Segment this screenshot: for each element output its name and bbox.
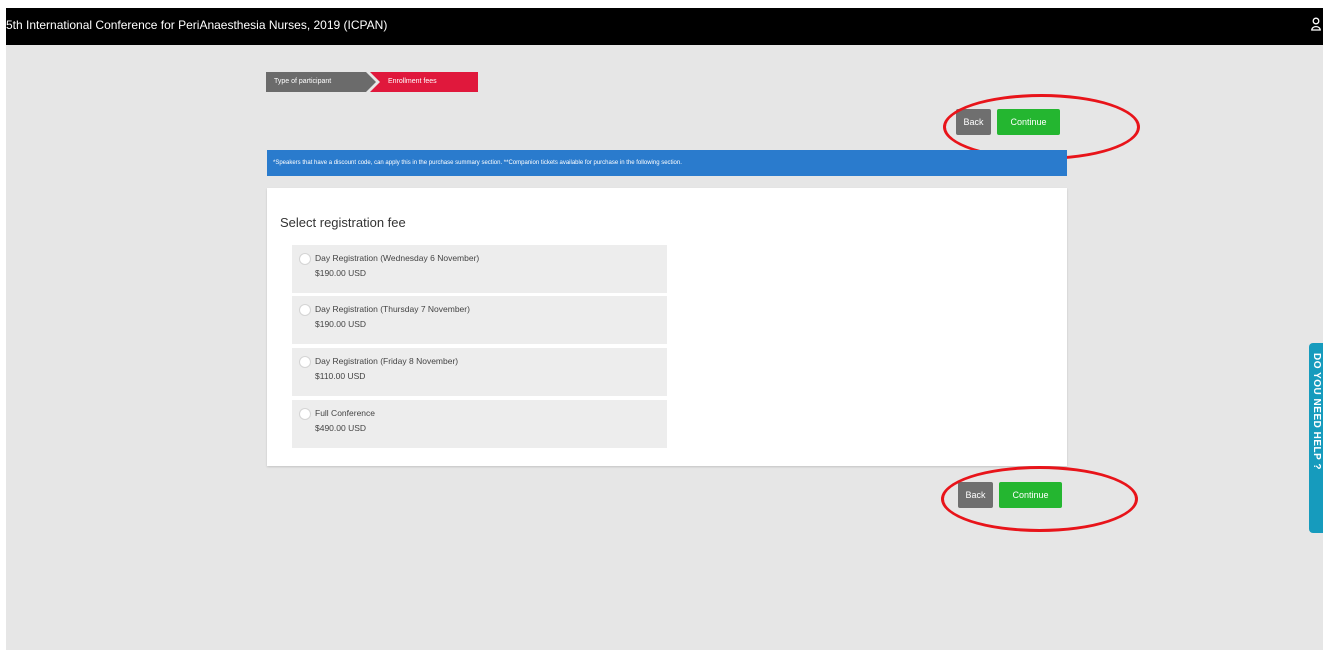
page-title: 5th International Conference for PeriAna… [6, 18, 388, 32]
user-icon[interactable] [1311, 17, 1321, 31]
back-button-bottom[interactable]: Back [958, 482, 993, 508]
step-enrollment-fees: Enrollment fees [370, 72, 478, 92]
help-tab[interactable]: DO YOU NEED HELP ? [1309, 343, 1323, 533]
fee-option-wednesday[interactable]: Day Registration (Wednesday 6 November) … [292, 245, 667, 293]
help-tab-label: DO YOU NEED HELP ? [1311, 353, 1322, 470]
radio-button[interactable] [299, 253, 311, 265]
fee-option-price: $190.00 USD [315, 268, 367, 278]
fee-option-label: Day Registration (Thursday 7 November) [315, 304, 470, 314]
top-bar: 5th International Conference for PeriAna… [6, 8, 1323, 45]
fee-option-price: $490.00 USD [315, 423, 367, 433]
fee-option-friday[interactable]: Day Registration (Friday 8 November) $11… [292, 348, 667, 396]
fee-option-label: Day Registration (Wednesday 6 November) [315, 253, 480, 263]
radio-button[interactable] [299, 356, 311, 368]
back-button-top[interactable]: Back [956, 109, 991, 135]
radio-button[interactable] [299, 304, 311, 316]
fee-option-price: $110.00 USD [315, 371, 366, 381]
section-title: Select registration fee [280, 215, 406, 230]
continue-button-top[interactable]: Continue [997, 109, 1060, 135]
page-frame: 5th International Conference for PeriAna… [6, 8, 1323, 650]
fee-option-thursday[interactable]: Day Registration (Thursday 7 November) $… [292, 296, 667, 344]
fee-option-label: Day Registration (Friday 8 November) [315, 356, 459, 366]
fee-option-price: $190.00 USD [315, 319, 367, 329]
continue-button-bottom[interactable]: Continue [999, 482, 1062, 508]
info-banner: *Speakers that have a discount code, can… [267, 150, 1067, 176]
registration-fee-card: Select registration fee Day Registration… [267, 188, 1067, 466]
step-type-of-participant[interactable]: Type of participant [266, 72, 376, 92]
radio-button[interactable] [299, 408, 311, 420]
fee-option-label: Full Conference [315, 408, 376, 418]
fee-option-full-conference[interactable]: Full Conference $490.00 USD [292, 400, 667, 448]
